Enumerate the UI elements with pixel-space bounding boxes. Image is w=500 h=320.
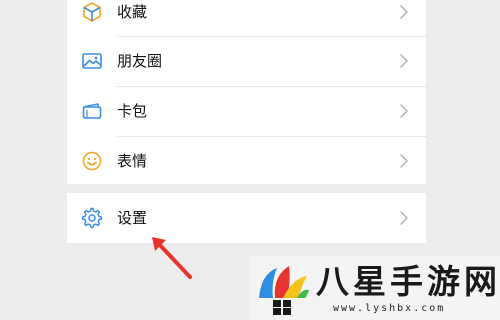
chevron-right-icon bbox=[400, 211, 408, 225]
screen: 收藏 朋友圈 卡包 表情 设置 八星手游网 www.lyshbx.com bbox=[0, 0, 500, 320]
chevron-right-icon bbox=[400, 5, 408, 19]
favorites-cube-icon bbox=[83, 2, 101, 22]
moments-picture-icon bbox=[82, 53, 102, 69]
menu-item-cards[interactable]: 卡包 bbox=[67, 88, 426, 134]
divider bbox=[117, 36, 426, 37]
menu-item-settings[interactable]: 设置 bbox=[67, 195, 426, 241]
watermark-title: 八星手游网 bbox=[316, 262, 500, 301]
menu-item-label: 卡包 bbox=[117, 102, 148, 120]
watermark-url: www.lyshbx.com bbox=[333, 303, 446, 314]
menu-item-favorites[interactable]: 收藏 bbox=[67, 0, 426, 35]
chevron-right-icon bbox=[400, 104, 408, 118]
menu-item-label: 朋友圈 bbox=[117, 52, 163, 70]
settings-group: 设置 bbox=[67, 193, 426, 243]
menu-item-label: 表情 bbox=[117, 152, 148, 170]
menu-item-stickers[interactable]: 表情 bbox=[67, 138, 426, 184]
watermark: 八星手游网 www.lyshbx.com bbox=[249, 256, 500, 320]
menu-item-label: 收藏 bbox=[117, 3, 148, 21]
sticker-smile-icon bbox=[82, 151, 102, 171]
chevron-right-icon bbox=[400, 154, 408, 168]
card-wallet-icon bbox=[82, 103, 102, 119]
site-logo-icon bbox=[259, 266, 309, 315]
annotation-arrow-icon bbox=[152, 237, 192, 279]
gear-icon bbox=[81, 207, 103, 229]
divider bbox=[117, 86, 426, 87]
chevron-right-icon bbox=[400, 54, 408, 68]
me-menu-group: 收藏 朋友圈 卡包 表情 bbox=[67, 0, 426, 184]
divider bbox=[117, 136, 426, 137]
menu-item-moments[interactable]: 朋友圈 bbox=[67, 38, 426, 84]
